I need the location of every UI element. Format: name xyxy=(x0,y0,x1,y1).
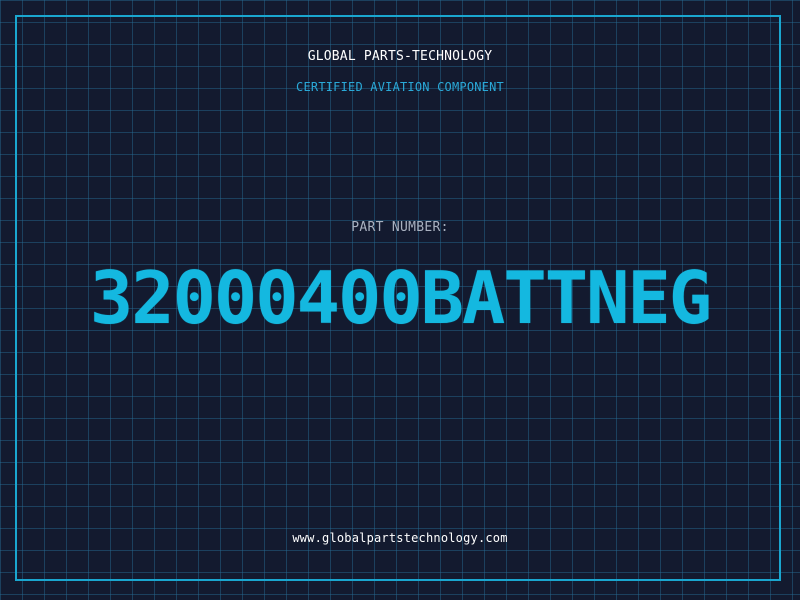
part-number-value: 32000400BATTNEG xyxy=(89,256,712,340)
company-name: GLOBAL PARTS-TECHNOLOGY xyxy=(307,49,493,64)
part-card: GLOBAL PARTS-TECHNOLOGY CERTIFIED AVIATI… xyxy=(0,0,800,600)
part-number-label: PART NUMBER: xyxy=(351,220,449,235)
website-url: www.globalpartstechnology.com xyxy=(292,531,508,545)
certification-tagline: CERTIFIED AVIATION COMPONENT xyxy=(296,80,504,94)
